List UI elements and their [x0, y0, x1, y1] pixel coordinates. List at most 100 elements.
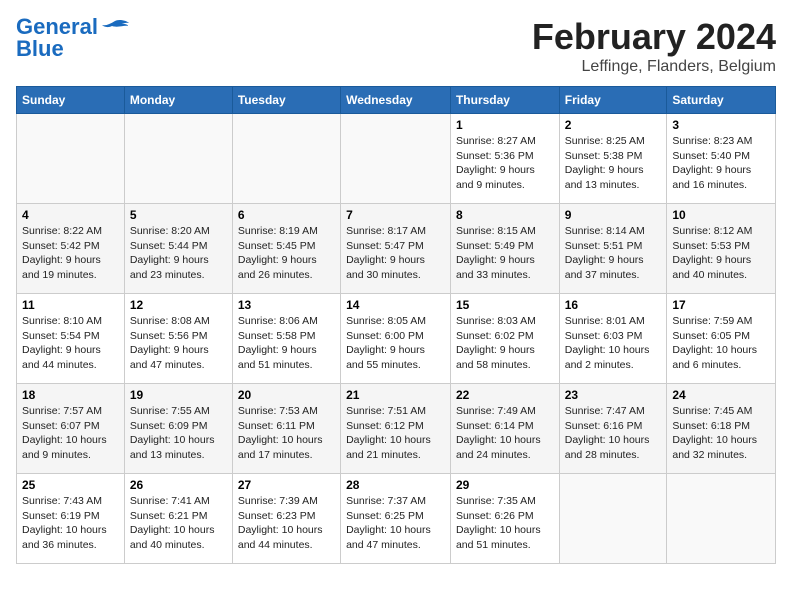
- weekday-header: Tuesday: [232, 87, 340, 114]
- day-info: Sunrise: 7:53 AM Sunset: 6:11 PM Dayligh…: [238, 405, 323, 461]
- calendar-week-row: 25 Sunrise: 7:43 AM Sunset: 6:19 PM Dayli…: [17, 474, 776, 564]
- day-number: 8: [456, 208, 554, 222]
- calendar-day-cell: 20 Sunrise: 7:53 AM Sunset: 6:11 PM Dayli…: [232, 384, 340, 474]
- day-info: Sunrise: 7:41 AM Sunset: 6:21 PM Dayligh…: [130, 495, 215, 551]
- calendar-day-cell: 17Sunrise: 7:59 AM Sunset: 6:05 PM Dayli…: [667, 294, 776, 384]
- calendar-day-cell: 26 Sunrise: 7:41 AM Sunset: 6:21 PM Dayli…: [124, 474, 232, 564]
- day-info: Sunrise: 7:49 AM Sunset: 6:14 PM Dayligh…: [456, 405, 541, 461]
- day-number: 28: [346, 478, 445, 492]
- calendar-day-cell: 1 Sunrise: 8:27 AM Sunset: 5:36 PM Daylig…: [450, 114, 559, 204]
- day-info: Sunrise: 8:10 AM Sunset: 5:54 PM Dayligh…: [22, 315, 102, 371]
- day-number: 29: [456, 478, 554, 492]
- day-number: 25: [22, 478, 119, 492]
- weekday-header: Thursday: [450, 87, 559, 114]
- day-info: Sunrise: 8:19 AM Sunset: 5:45 PM Dayligh…: [238, 225, 318, 281]
- calendar-day-cell: 27 Sunrise: 7:39 AM Sunset: 6:23 PM Dayli…: [232, 474, 340, 564]
- day-info: Sunrise: 7:43 AM Sunset: 6:19 PM Dayligh…: [22, 495, 107, 551]
- calendar-day-cell: 18Sunrise: 7:57 AM Sunset: 6:07 PM Dayli…: [17, 384, 125, 474]
- day-number: 20: [238, 388, 335, 402]
- weekday-header: Sunday: [17, 87, 125, 114]
- calendar-day-cell: 19Sunrise: 7:55 AM Sunset: 6:09 PM Dayli…: [124, 384, 232, 474]
- calendar-day-cell: 10Sunrise: 8:12 AM Sunset: 5:53 PM Dayli…: [667, 204, 776, 294]
- calendar-day-cell: 25 Sunrise: 7:43 AM Sunset: 6:19 PM Dayli…: [17, 474, 125, 564]
- calendar-week-row: 4 Sunrise: 8:22 AM Sunset: 5:42 PM Daylig…: [17, 204, 776, 294]
- calendar-day-cell: [341, 114, 451, 204]
- calendar-day-cell: 16 Sunrise: 8:01 AM Sunset: 6:03 PM Dayli…: [559, 294, 667, 384]
- day-info: Sunrise: 8:27 AM Sunset: 5:36 PM Dayligh…: [456, 135, 536, 191]
- day-number: 26: [130, 478, 227, 492]
- day-number: 13: [238, 298, 335, 312]
- calendar-title: February 2024: [532, 16, 776, 58]
- calendar-week-row: 11 Sunrise: 8:10 AM Sunset: 5:54 PM Dayli…: [17, 294, 776, 384]
- calendar-day-cell: 6 Sunrise: 8:19 AM Sunset: 5:45 PM Daylig…: [232, 204, 340, 294]
- day-info: Sunrise: 8:01 AM Sunset: 6:03 PM Dayligh…: [565, 315, 650, 371]
- day-info: Sunrise: 8:14 AM Sunset: 5:51 PM Dayligh…: [565, 225, 645, 281]
- logo-text: GeneralBlue: [16, 16, 98, 60]
- day-info: Sunrise: 8:25 AM Sunset: 5:38 PM Dayligh…: [565, 135, 645, 191]
- day-number: 2: [565, 118, 662, 132]
- day-info: Sunrise: 8:08 AM Sunset: 5:56 PM Dayligh…: [130, 315, 210, 371]
- calendar-day-cell: 29 Sunrise: 7:35 AM Sunset: 6:26 PM Dayli…: [450, 474, 559, 564]
- day-info: Sunrise: 7:51 AM Sunset: 6:12 PM Dayligh…: [346, 405, 431, 461]
- calendar-day-cell: 11 Sunrise: 8:10 AM Sunset: 5:54 PM Dayli…: [17, 294, 125, 384]
- weekday-header: Wednesday: [341, 87, 451, 114]
- calendar-header-row: SundayMondayTuesdayWednesdayThursdayFrid…: [17, 87, 776, 114]
- day-number: 11: [22, 298, 119, 312]
- calendar-day-cell: 28Sunrise: 7:37 AM Sunset: 6:25 PM Dayli…: [341, 474, 451, 564]
- day-number: 4: [22, 208, 119, 222]
- calendar-day-cell: 22 Sunrise: 7:49 AM Sunset: 6:14 PM Dayli…: [450, 384, 559, 474]
- day-info: Sunrise: 8:22 AM Sunset: 5:42 PM Dayligh…: [22, 225, 102, 281]
- day-info: Sunrise: 7:39 AM Sunset: 6:23 PM Dayligh…: [238, 495, 323, 551]
- day-number: 12: [130, 298, 227, 312]
- day-number: 1: [456, 118, 554, 132]
- weekday-header: Friday: [559, 87, 667, 114]
- calendar-day-cell: 23 Sunrise: 7:47 AM Sunset: 6:16 PM Dayli…: [559, 384, 667, 474]
- day-info: Sunrise: 7:35 AM Sunset: 6:26 PM Dayligh…: [456, 495, 541, 551]
- calendar-day-cell: 3Sunrise: 8:23 AM Sunset: 5:40 PM Daylig…: [667, 114, 776, 204]
- day-number: 14: [346, 298, 445, 312]
- page-header: GeneralBlue February 2024 Leffinge, Flan…: [16, 16, 776, 76]
- day-number: 22: [456, 388, 554, 402]
- day-number: 7: [346, 208, 445, 222]
- day-number: 10: [672, 208, 770, 222]
- calendar-day-cell: 21 Sunrise: 7:51 AM Sunset: 6:12 PM Dayli…: [341, 384, 451, 474]
- calendar-week-row: 18Sunrise: 7:57 AM Sunset: 6:07 PM Dayli…: [17, 384, 776, 474]
- calendar-day-cell: 7 Sunrise: 8:17 AM Sunset: 5:47 PM Daylig…: [341, 204, 451, 294]
- day-info: Sunrise: 7:59 AM Sunset: 6:05 PM Dayligh…: [672, 315, 757, 371]
- weekday-header: Saturday: [667, 87, 776, 114]
- calendar-day-cell: [667, 474, 776, 564]
- day-number: 27: [238, 478, 335, 492]
- day-number: 24: [672, 388, 770, 402]
- day-number: 16: [565, 298, 662, 312]
- calendar-day-cell: 15Sunrise: 8:03 AM Sunset: 6:02 PM Dayli…: [450, 294, 559, 384]
- day-number: 9: [565, 208, 662, 222]
- day-number: 21: [346, 388, 445, 402]
- calendar-day-cell: 24Sunrise: 7:45 AM Sunset: 6:18 PM Dayli…: [667, 384, 776, 474]
- day-info: Sunrise: 7:57 AM Sunset: 6:07 PM Dayligh…: [22, 405, 107, 461]
- day-info: Sunrise: 8:05 AM Sunset: 6:00 PM Dayligh…: [346, 315, 426, 371]
- calendar-day-cell: [559, 474, 667, 564]
- day-info: Sunrise: 8:20 AM Sunset: 5:44 PM Dayligh…: [130, 225, 210, 281]
- calendar-location: Leffinge, Flanders, Belgium: [532, 58, 776, 76]
- day-number: 15: [456, 298, 554, 312]
- weekday-header: Monday: [124, 87, 232, 114]
- calendar-day-cell: 12 Sunrise: 8:08 AM Sunset: 5:56 PM Dayli…: [124, 294, 232, 384]
- day-info: Sunrise: 7:55 AM Sunset: 6:09 PM Dayligh…: [130, 405, 215, 461]
- calendar-day-cell: 2 Sunrise: 8:25 AM Sunset: 5:38 PM Daylig…: [559, 114, 667, 204]
- day-number: 6: [238, 208, 335, 222]
- title-block: February 2024 Leffinge, Flanders, Belgiu…: [532, 16, 776, 76]
- day-info: Sunrise: 8:15 AM Sunset: 5:49 PM Dayligh…: [456, 225, 536, 281]
- calendar-day-cell: 14 Sunrise: 8:05 AM Sunset: 6:00 PM Dayli…: [341, 294, 451, 384]
- logo-bird-icon: [100, 19, 130, 37]
- calendar-day-cell: 9 Sunrise: 8:14 AM Sunset: 5:51 PM Daylig…: [559, 204, 667, 294]
- calendar-day-cell: 13Sunrise: 8:06 AM Sunset: 5:58 PM Dayli…: [232, 294, 340, 384]
- day-info: Sunrise: 7:47 AM Sunset: 6:16 PM Dayligh…: [565, 405, 650, 461]
- calendar-week-row: 1 Sunrise: 8:27 AM Sunset: 5:36 PM Daylig…: [17, 114, 776, 204]
- day-info: Sunrise: 8:17 AM Sunset: 5:47 PM Dayligh…: [346, 225, 426, 281]
- calendar-day-cell: [232, 114, 340, 204]
- day-info: Sunrise: 8:23 AM Sunset: 5:40 PM Dayligh…: [672, 135, 752, 191]
- calendar-day-cell: 4 Sunrise: 8:22 AM Sunset: 5:42 PM Daylig…: [17, 204, 125, 294]
- day-number: 23: [565, 388, 662, 402]
- calendar-table: SundayMondayTuesdayWednesdayThursdayFrid…: [16, 86, 776, 564]
- calendar-day-cell: [17, 114, 125, 204]
